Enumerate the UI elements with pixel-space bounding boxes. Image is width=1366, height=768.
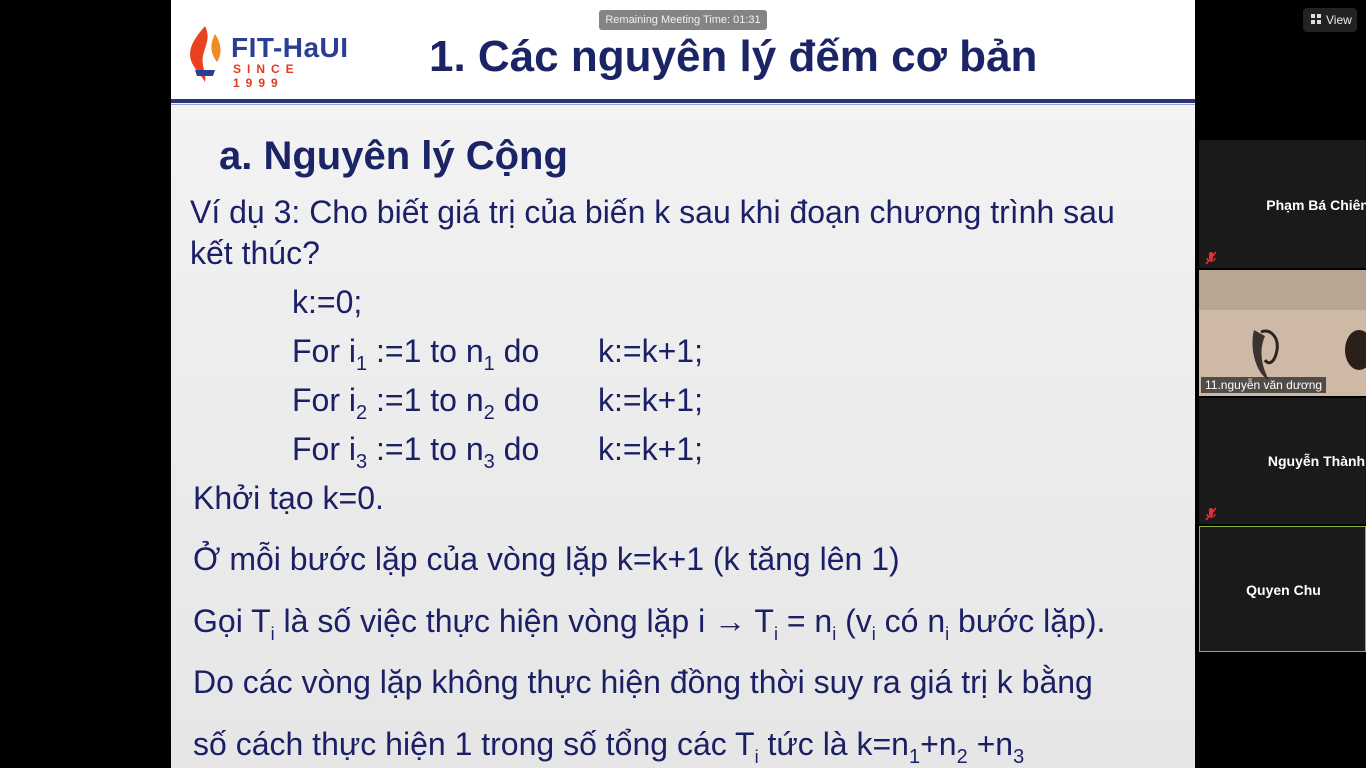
- for-range: :=1 to n: [367, 382, 484, 418]
- for-keyword: For i: [292, 382, 356, 418]
- ti-definition-text: Gọi Ti là số việc thực hiện vòng lặp i →…: [193, 603, 1106, 643]
- slide-title: 1. Các nguyên lý đếm cơ bản: [429, 32, 1038, 81]
- participant-name: Phạm Bá Chiên: [1266, 197, 1366, 213]
- fit-haui-logo: FIT-HaUI SINCE 1999: [181, 24, 351, 90]
- for-range: :=1 to n: [367, 333, 484, 369]
- conclusion-line-2: số cách thực hiện 1 trong số tổng các Ti…: [193, 726, 1024, 767]
- loop-step-text: Ở mỗi bước lặp của vòng lặp k=k+1 (k tăn…: [193, 541, 900, 577]
- view-button[interactable]: View: [1303, 8, 1357, 32]
- loop-body: k:=k+1;: [598, 431, 703, 467]
- grid-view-icon: [1311, 14, 1321, 24]
- logo-since-text: SINCE 1999: [233, 62, 300, 90]
- subscript-3: 3: [1013, 746, 1025, 768]
- text-fragment: bước lặp).: [949, 603, 1106, 639]
- conclusion-line-1: Do các vòng lặp không thực hiện đồng thờ…: [193, 664, 1093, 700]
- participant-name: Nguyễn Thành.: [1267, 453, 1366, 469]
- loop-bound-sub: 1: [483, 353, 495, 375]
- text-fragment: Gọi T: [193, 603, 271, 639]
- do-keyword: do: [494, 333, 540, 369]
- for-range: :=1 to n: [367, 431, 484, 467]
- title-divider-thin: [171, 104, 1195, 105]
- remaining-meeting-time: Remaining Meeting Time: 01:31: [599, 10, 767, 30]
- section-heading: a. Nguyên lý Cộng: [219, 134, 568, 178]
- text-fragment: (v: [836, 603, 872, 639]
- participant-name: Quyen Chu: [1246, 582, 1321, 598]
- loop-bound-sub: 2: [483, 402, 495, 424]
- do-keyword: do: [494, 382, 540, 418]
- participant-tile[interactable]: Phạm Bá Chiên: [1199, 140, 1366, 268]
- participant-name: 11.nguyễn văn dương: [1201, 377, 1327, 393]
- loop-index-sub: 1: [356, 353, 368, 375]
- text-fragment: tức là k=n: [758, 726, 909, 762]
- example-text-line-1: Ví dụ 3: Cho biết giá trị của biến k sau…: [190, 194, 1115, 230]
- text-fragment: +n: [920, 726, 957, 762]
- flame-icon: [190, 26, 221, 82]
- loop-body: k:=k+1;: [598, 382, 703, 418]
- for-keyword: For i: [292, 333, 356, 369]
- subscript-1: 1: [908, 746, 921, 768]
- participant-video-tile[interactable]: 11.nguyễn văn dương: [1199, 270, 1366, 396]
- code-line-for-2: For i2 :=1 to n2 do k:=k+1;: [292, 382, 703, 423]
- text-fragment: +n: [967, 726, 1014, 762]
- participants-panel: Phạm Bá Chiên 11.nguyễn văn dương Nguyễn…: [1199, 140, 1366, 660]
- code-line-init: k:=0;: [292, 284, 363, 320]
- mic-muted-icon: [1205, 507, 1217, 521]
- text-fragment: là số việc thực hiện vòng lặp i → T: [274, 603, 774, 639]
- code-line-for-1: For i1 :=1 to n1 do k:=k+1;: [292, 333, 703, 374]
- loop-bound-sub: 3: [483, 451, 495, 473]
- view-button-label: View: [1326, 13, 1352, 27]
- init-text: Khởi tạo k=0.: [193, 480, 384, 516]
- code-line-for-3: For i3 :=1 to n3 do k:=k+1;: [292, 431, 703, 472]
- example-text-line-2: kết thúc?: [190, 235, 320, 271]
- loop-body: k:=k+1;: [598, 333, 703, 369]
- text-fragment: = n: [777, 603, 833, 639]
- logo-brand-text: FIT-HaUI: [231, 32, 349, 63]
- subscript-2: 2: [956, 746, 968, 768]
- mic-muted-icon: [1205, 251, 1217, 265]
- shared-slide: FIT-HaUI SINCE 1999 1. Các nguyên lý đếm…: [171, 0, 1195, 768]
- title-divider: [171, 99, 1195, 103]
- loop-index-sub: 2: [356, 402, 368, 424]
- text-fragment: số cách thực hiện 1 trong số tổng các T: [193, 726, 755, 762]
- participant-tile-active-speaker[interactable]: Quyen Chu: [1199, 526, 1366, 652]
- participant-tile[interactable]: Nguyễn Thành.: [1199, 398, 1366, 524]
- for-keyword: For i: [292, 431, 356, 467]
- loop-index-sub: 3: [356, 451, 368, 473]
- text-fragment: có n: [875, 603, 946, 639]
- do-keyword: do: [494, 431, 540, 467]
